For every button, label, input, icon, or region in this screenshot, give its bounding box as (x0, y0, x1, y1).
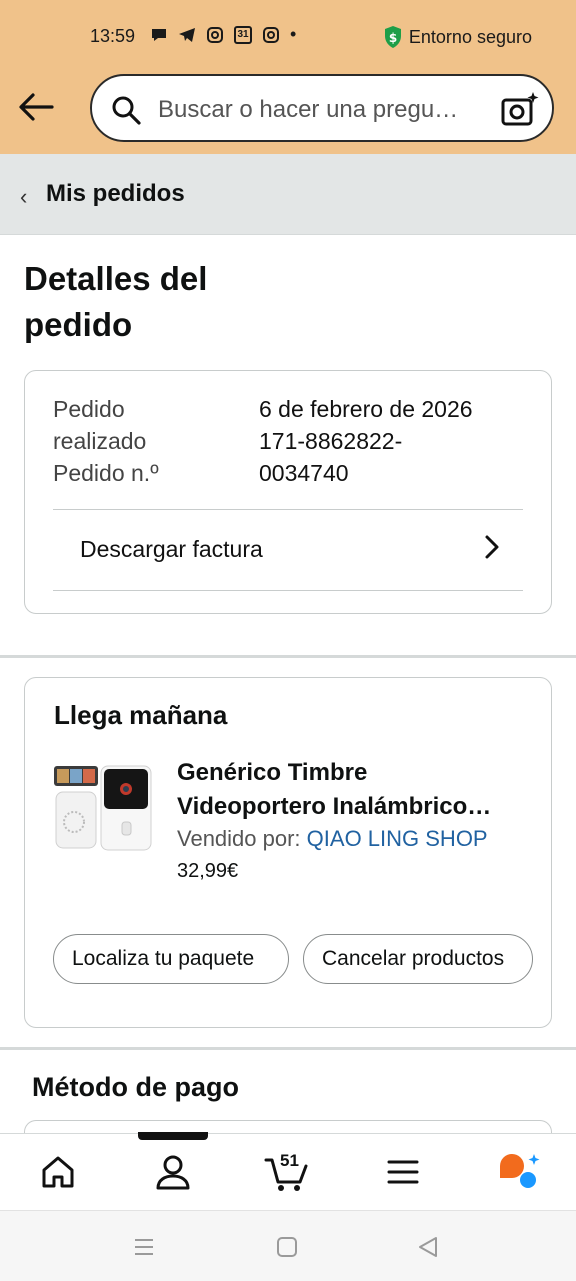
cancel-items-label: Cancelar productos (322, 947, 505, 970)
svg-text:$: $ (389, 31, 397, 45)
breadcrumb-label[interactable]: Mis pedidos (46, 180, 185, 208)
arrival-heading: Llega mañana (54, 700, 228, 730)
home-button-icon[interactable] (275, 1235, 299, 1259)
shield-dollar-icon: $ (384, 26, 401, 48)
download-invoice-link[interactable]: Descargar factura (80, 536, 263, 563)
breadcrumb[interactable]: ‹ Mis pedidos (0, 154, 576, 235)
order-number-label: Pedido n.º (53, 460, 159, 486)
secure-indicator: $ Entorno seguro (383, 25, 532, 49)
status-time: 13:59 (90, 26, 136, 46)
product-price: 32,99€ (177, 860, 239, 882)
order-number: 171-8862822- (259, 428, 403, 454)
cart-count-badge: 51 (280, 1151, 299, 1170)
page-title-line: pedido (24, 306, 133, 343)
bottom-navigation (0, 1132, 576, 1211)
cancel-items-button[interactable]: Cancelar productos (303, 934, 533, 984)
track-package-label: Localiza tu paquete (72, 947, 255, 970)
product-image[interactable] (52, 764, 152, 852)
account-icon[interactable] (153, 1152, 193, 1192)
page-title-line: Detalles del (24, 260, 208, 297)
secure-label: Entorno seguro (408, 26, 532, 47)
camera-search-icon[interactable] (500, 90, 540, 130)
chevron-left-icon: ‹ (20, 184, 28, 209)
track-package-button[interactable]: Localiza tu paquete (53, 934, 289, 984)
chat-bubble-icon (152, 28, 166, 41)
back-arrow-icon[interactable] (18, 92, 54, 122)
order-placed-label: Pedido (53, 396, 125, 422)
product-title[interactable]: Genérico Timbre Videoportero Inalámbrico… (177, 756, 527, 824)
app-header: 13:59 31 • $ Entorno seguro Buscar o hac… (0, 0, 576, 154)
search-icon (112, 96, 141, 125)
divider (53, 590, 523, 591)
calendar-icon: 31 (234, 25, 252, 44)
notification-icons: 31 • (150, 24, 296, 45)
section-separator (0, 655, 576, 658)
assistant-icon[interactable] (496, 1152, 542, 1192)
sold-by-label: Vendido por: (177, 826, 307, 851)
section-separator (0, 1047, 576, 1050)
search-input[interactable]: Buscar o hacer una pregu… (158, 96, 458, 124)
page-title: Detalles del pedido (24, 256, 207, 348)
seller-link[interactable]: QIAO LING SHOP (307, 826, 488, 851)
order-number: 0034740 (259, 460, 349, 486)
product-title-line[interactable]: Videoportero Inalámbrico… (177, 790, 527, 824)
telegram-icon (179, 27, 195, 42)
order-date: 6 de febrero de 2026 (259, 396, 473, 422)
instagram-icon (263, 26, 279, 43)
system-navigation-bar (0, 1210, 576, 1281)
menu-icon[interactable] (383, 1152, 423, 1192)
order-placed-label: realizado (53, 428, 147, 454)
recent-apps-icon[interactable] (132, 1235, 156, 1259)
product-title-line[interactable]: Genérico Timbre (177, 756, 527, 790)
home-icon[interactable] (38, 1152, 78, 1192)
payment-method-heading: Método de pago (32, 1072, 239, 1102)
more-notifications-dot: • (290, 24, 297, 44)
status-bar: 13:59 31 • $ Entorno seguro (0, 22, 576, 52)
instagram-icon (207, 26, 223, 43)
search-bar[interactable]: Buscar o hacer una pregu… (90, 74, 554, 142)
active-tab-indicator (138, 1132, 208, 1140)
system-back-icon[interactable] (416, 1235, 440, 1259)
chevron-right-icon[interactable] (482, 532, 502, 562)
sold-by: Vendido por: QIAO LING SHOP (177, 826, 488, 852)
